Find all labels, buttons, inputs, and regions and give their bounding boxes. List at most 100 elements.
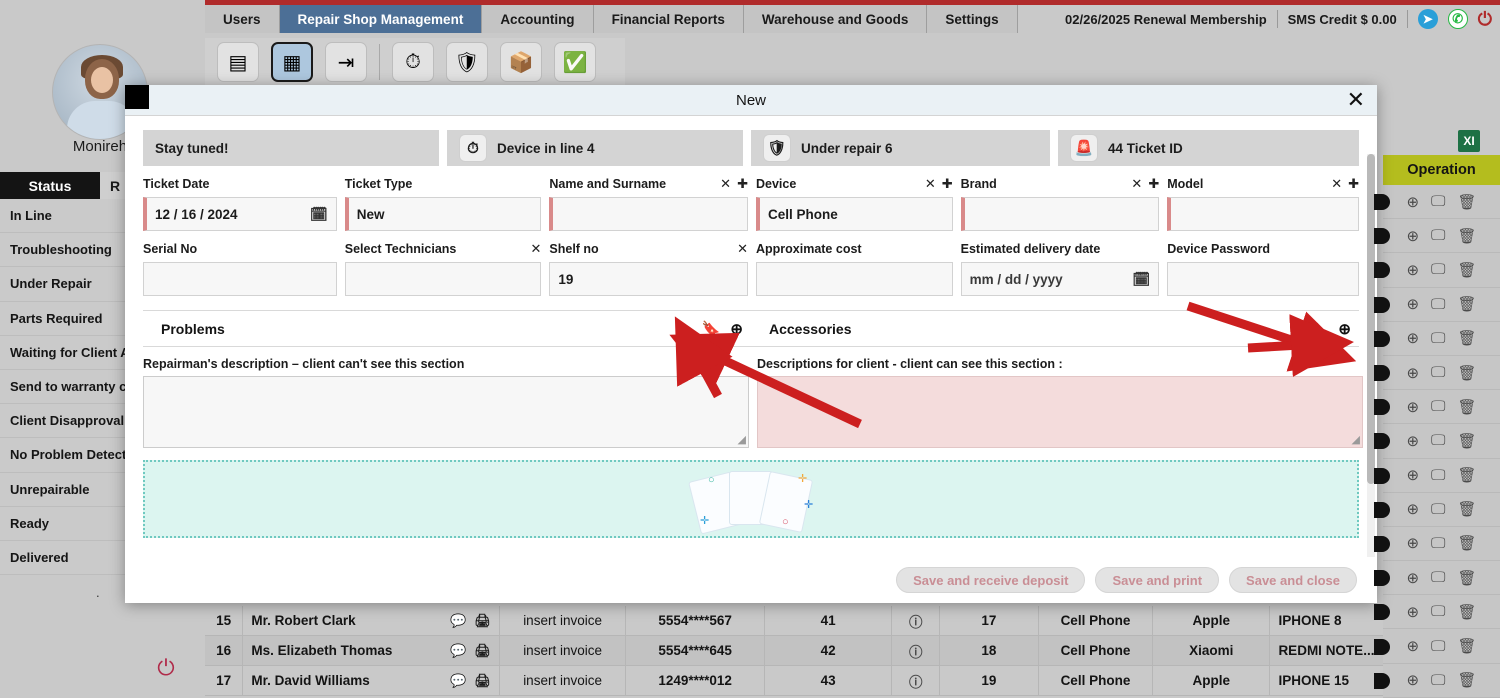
print-icon[interactable]: 🖨: [474, 613, 491, 629]
add-icon[interactable]: ⊕: [1406, 534, 1419, 552]
delete-icon[interactable]: 🗑: [1458, 671, 1477, 689]
delete-icon[interactable]: 🗑: [1458, 534, 1477, 552]
zoom-in-icon[interactable]: ⊕: [1338, 320, 1351, 338]
add-icon[interactable]: ⊕: [1406, 603, 1419, 621]
tab-warehouse-and-goods[interactable]: Warehouse and Goods: [744, 5, 928, 33]
add-icon[interactable]: ⊕: [1406, 295, 1419, 313]
calendar-icon[interactable]: 🗓: [1132, 271, 1150, 288]
add-icon[interactable]: ✚: [737, 176, 748, 192]
chat-icon[interactable]: 💬: [450, 613, 466, 629]
add-icon[interactable]: ⊕: [1406, 500, 1419, 518]
close-icon[interactable]: ✕: [1347, 88, 1365, 112]
insert-invoice-link[interactable]: insert invoice: [500, 636, 627, 665]
delete-icon[interactable]: 🗑: [1458, 398, 1477, 416]
ticket-date-input[interactable]: 12 / 16 / 2024🗓: [143, 197, 337, 231]
repairman-description[interactable]: ◢: [143, 376, 749, 448]
whatsapp-icon[interactable]: ✆: [1448, 9, 1468, 29]
insert-invoice-link[interactable]: insert invoice: [500, 666, 627, 695]
tab-financial-reports[interactable]: Financial Reports: [594, 5, 744, 33]
calendar-icon[interactable]: 🗓: [310, 206, 328, 223]
sidebar-item-delivered[interactable]: Delivered: [0, 541, 130, 575]
under-repair-box[interactable]: 🛡Under repair 6: [751, 130, 1050, 166]
info-icon[interactable]: ⓘ: [892, 636, 940, 665]
tab-users[interactable]: Users: [205, 5, 280, 33]
chat-icon[interactable]: 💬: [450, 673, 466, 689]
sidebar-item-client-disapproval[interactable]: Client Disapproval: [0, 404, 130, 438]
delete-icon[interactable]: 🗑: [1458, 432, 1477, 450]
sidebar-item-parts-required[interactable]: Parts Required: [0, 302, 130, 336]
sidebar-item-ready[interactable]: Ready: [0, 507, 130, 541]
resize-grip-icon[interactable]: ◢: [1352, 433, 1360, 446]
info-icon[interactable]: ⓘ: [892, 666, 940, 695]
select-technicians-input[interactable]: [345, 262, 542, 296]
excel-export-icon[interactable]: XI: [1458, 130, 1480, 152]
chat-icon[interactable]: 💬: [450, 643, 466, 659]
save-and-receive-deposit-button[interactable]: Save and receive deposit: [896, 567, 1085, 593]
zoom-in-icon[interactable]: ⊕: [730, 320, 743, 338]
monitor-icon[interactable]: 🖵: [1431, 330, 1445, 347]
monitor-icon[interactable]: 🖵: [1431, 501, 1445, 518]
sidebar-item-send-to-warranty-co[interactable]: Send to warranty co: [0, 370, 130, 404]
brand-input[interactable]: [961, 197, 1160, 231]
approximate-cost-input[interactable]: [756, 262, 953, 296]
print-icon[interactable]: 🖨: [474, 643, 491, 659]
monitor-icon[interactable]: 🖵: [1431, 364, 1445, 381]
delete-icon[interactable]: 🗑: [1458, 193, 1477, 211]
add-icon[interactable]: ⊕: [1406, 432, 1419, 450]
bookmark-icon[interactable]: 🔖: [702, 320, 721, 338]
sidebar-item-in-line[interactable]: In Line: [0, 199, 130, 233]
sidebar-more[interactable]: .: [96, 585, 102, 600]
monitor-icon[interactable]: 🖵: [1431, 535, 1445, 552]
client-description[interactable]: ◢: [757, 376, 1363, 448]
add-icon[interactable]: ⊕: [1406, 637, 1419, 655]
list-view-button[interactable]: ▤: [217, 42, 259, 82]
stay-tuned-box[interactable]: Stay tuned!: [143, 130, 439, 166]
sidebar-item-no-problem-detected[interactable]: No Problem Detected: [0, 438, 130, 472]
add-icon[interactable]: ✚: [1148, 176, 1159, 192]
delete-icon[interactable]: 🗑: [1458, 364, 1477, 382]
check-in-button[interactable]: ⇥: [325, 42, 367, 82]
delete-icon[interactable]: 🗑: [1458, 603, 1477, 621]
insert-invoice-link[interactable]: insert invoice: [500, 606, 627, 635]
monitor-icon[interactable]: 🖵: [1431, 638, 1445, 655]
table-row[interactable]: 16Ms. Elizabeth Thomas💬🖨insert invoice55…: [205, 636, 1383, 666]
delete-icon[interactable]: 🗑: [1458, 227, 1477, 245]
sidebar-item-under-repair[interactable]: Under Repair: [0, 267, 130, 301]
monitor-icon[interactable]: 🖵: [1431, 672, 1445, 689]
monitor-icon[interactable]: 🖵: [1431, 569, 1445, 586]
delete-icon[interactable]: 🗑: [1458, 295, 1477, 313]
ticket-type-input[interactable]: New: [345, 197, 542, 231]
register-device-button[interactable]: ▦: [271, 42, 313, 82]
sidebar-item-waiting-for-client-ap[interactable]: Waiting for Client Ap: [0, 336, 130, 370]
add-icon[interactable]: ⊕: [1406, 227, 1419, 245]
power-icon[interactable]: ⏻: [157, 655, 174, 681]
shelf-no-input[interactable]: 19: [549, 262, 748, 296]
info-icon[interactable]: ⓘ: [892, 606, 940, 635]
tab-repair-shop-management[interactable]: Repair Shop Management: [280, 5, 483, 33]
tab-accounting[interactable]: Accounting: [482, 5, 593, 33]
monitor-icon[interactable]: 🖵: [1431, 603, 1445, 620]
in-line-button[interactable]: ⏱: [392, 42, 434, 82]
clear-icon[interactable]: ✕: [737, 241, 748, 257]
telegram-icon[interactable]: ➤: [1418, 9, 1438, 29]
estimated-delivery-date-input[interactable]: mm / dd / yyyy🗓: [961, 262, 1160, 296]
clear-icon[interactable]: ✕: [1331, 176, 1342, 192]
device-input[interactable]: Cell Phone: [756, 197, 953, 231]
file-dropzone[interactable]: ✛ ○ ✛ ✛ ○: [143, 460, 1359, 538]
delete-icon[interactable]: 🗑: [1458, 637, 1477, 655]
delete-icon[interactable]: 🗑: [1458, 569, 1477, 587]
save-and-print-button[interactable]: Save and print: [1095, 567, 1219, 593]
add-icon[interactable]: ✚: [942, 176, 953, 192]
monitor-icon[interactable]: 🖵: [1431, 398, 1445, 415]
add-icon[interactable]: ⊕: [1406, 569, 1419, 587]
monitor-icon[interactable]: 🖵: [1431, 227, 1445, 244]
under-repair-button[interactable]: 🛡: [446, 42, 488, 82]
sidebar-item-unrepairable[interactable]: Unrepairable: [0, 473, 130, 507]
sidebar-item-troubleshooting[interactable]: Troubleshooting: [0, 233, 130, 267]
print-icon[interactable]: 🖨: [474, 673, 491, 689]
delete-icon[interactable]: 🗑: [1458, 329, 1477, 347]
monitor-icon[interactable]: 🖵: [1431, 261, 1445, 278]
add-icon[interactable]: ⊕: [1406, 364, 1419, 382]
monitor-icon[interactable]: 🖵: [1431, 193, 1445, 210]
add-icon[interactable]: ⊕: [1406, 398, 1419, 416]
